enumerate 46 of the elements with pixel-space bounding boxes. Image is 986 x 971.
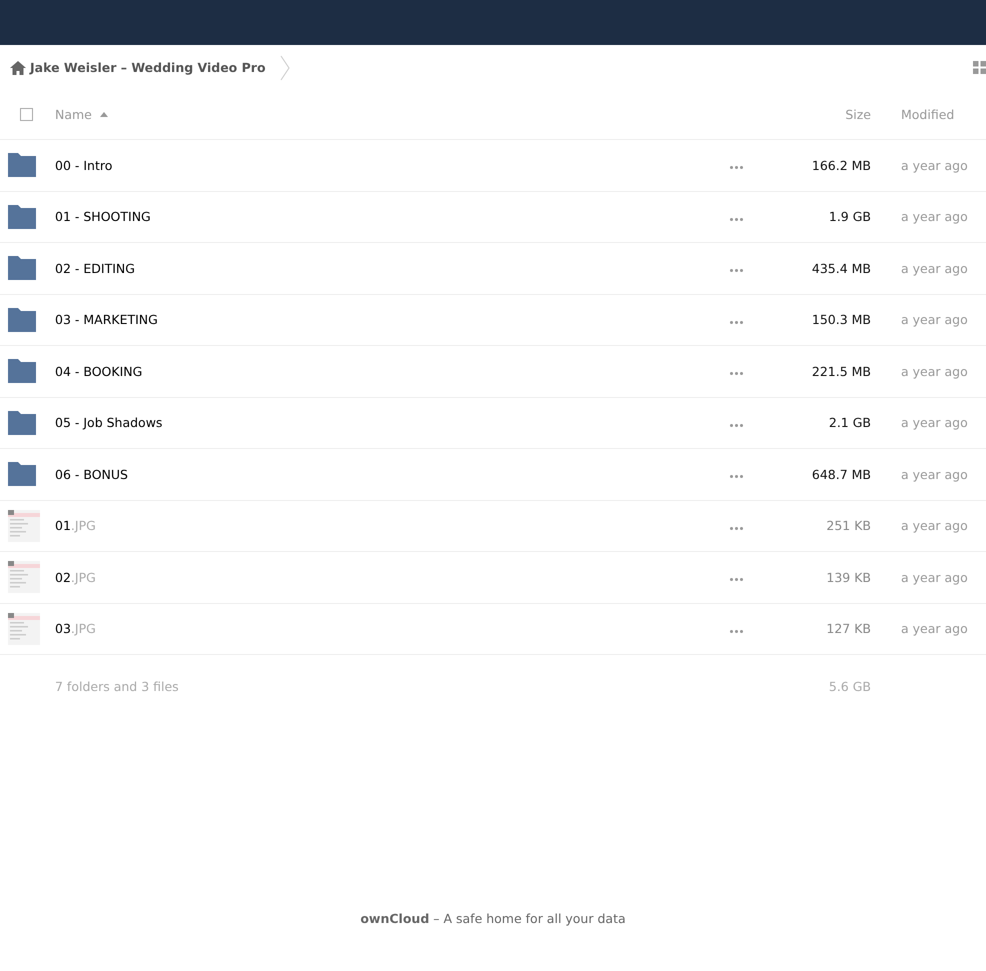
modified-time: a year ago xyxy=(901,415,968,430)
file-size: 435.4 MB xyxy=(812,260,871,276)
modified-time: a year ago xyxy=(901,209,968,224)
file-size: 150.3 MB xyxy=(812,312,871,328)
modified-time: a year ago xyxy=(901,158,968,173)
file-name[interactable]: 06 - BONUS xyxy=(55,466,128,482)
file-name[interactable]: 03 - MARKETING xyxy=(55,312,158,328)
file-name[interactable]: 04 - BOOKING xyxy=(55,364,142,379)
select-all-checkbox[interactable] xyxy=(20,108,33,121)
folder-icon xyxy=(8,359,36,384)
folder-icon xyxy=(8,153,36,178)
sort-ascending-icon xyxy=(100,112,108,117)
modified-time: a year ago xyxy=(901,621,968,636)
file-name[interactable]: 01 - SHOOTING xyxy=(55,209,151,224)
file-size: 127 KB xyxy=(826,621,871,636)
file-name[interactable]: 03.JPG xyxy=(55,621,96,636)
footer-text: ownCloud – A safe home for all your data xyxy=(359,911,627,928)
chevron-icon xyxy=(280,54,290,80)
modified-time: a year ago xyxy=(901,518,968,534)
modified-time: a year ago xyxy=(901,260,968,276)
total-size: 5.6 GB xyxy=(828,678,871,694)
grid-view-icon[interactable] xyxy=(973,61,986,74)
modified-time: a year ago xyxy=(901,312,968,328)
breadcrumb[interactable]: Jake Weisler – Wedding Video Pro xyxy=(10,60,266,75)
file-name[interactable]: 00 - Intro xyxy=(55,158,112,173)
folder-icon xyxy=(8,410,36,435)
file-name[interactable]: 02.JPG xyxy=(55,570,96,585)
modified-time: a year ago xyxy=(901,364,968,379)
file-size: 139 KB xyxy=(826,570,871,585)
folder-icon xyxy=(8,204,36,229)
file-size: 251 KB xyxy=(826,518,871,534)
file-name[interactable]: 01.JPG xyxy=(55,518,96,534)
home-icon xyxy=(10,60,26,74)
modified-time: a year ago xyxy=(901,466,968,482)
file-size: 1.9 GB xyxy=(828,209,871,224)
modified-time: a year ago xyxy=(901,570,968,585)
file-size: 2.1 GB xyxy=(828,415,871,430)
folder-icon xyxy=(8,462,36,486)
summary-count: 7 folders and 3 files xyxy=(55,678,179,694)
folder-icon xyxy=(8,308,36,332)
file-name[interactable]: 05 - Job Shadows xyxy=(55,415,162,430)
file-size: 166.2 MB xyxy=(812,158,871,173)
file-name[interactable]: 02 - EDITING xyxy=(55,260,135,276)
file-size: 221.5 MB xyxy=(812,364,871,379)
file-size: 648.7 MB xyxy=(812,466,871,482)
folder-icon xyxy=(8,256,36,280)
